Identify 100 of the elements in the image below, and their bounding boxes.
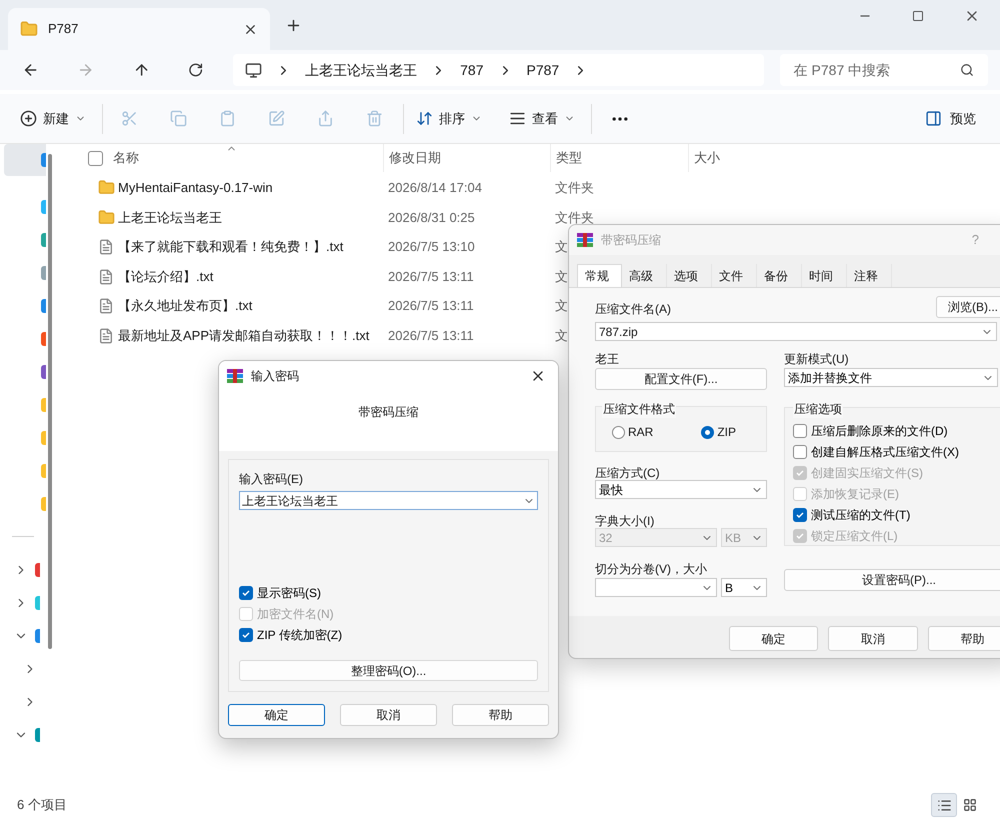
scrollbar[interactable] xyxy=(48,154,52,649)
organize-passwords-button[interactable]: 整理密码(O)... xyxy=(239,660,538,681)
dialog-title: 输入密码 xyxy=(251,368,299,385)
checkmark-icon xyxy=(795,530,805,540)
search-field[interactable]: 在 P787 中搜索 xyxy=(780,54,988,86)
nav-icon xyxy=(41,364,46,378)
column-header[interactable]: 类型 xyxy=(550,144,688,172)
checkbox[interactable] xyxy=(239,628,253,642)
group-title: 压缩选项 xyxy=(793,400,843,418)
view-button[interactable]: 查看 xyxy=(509,108,575,128)
update-mode-label: 更新模式(U) xyxy=(784,351,850,368)
sort-button[interactable]: 排序 xyxy=(416,108,482,128)
folder-icon xyxy=(20,20,38,38)
file-name[interactable]: 【永久地址发布页】.txt xyxy=(118,296,383,316)
checkbox[interactable] xyxy=(239,586,253,600)
dialog-button[interactable]: 帮助 xyxy=(928,626,1000,651)
split-unit-dropdown[interactable]: B xyxy=(721,578,767,597)
nav-icon[interactable] xyxy=(35,562,40,576)
dialog-tab[interactable]: 常规 xyxy=(577,264,622,287)
profiles-button[interactable]: 配置文件(F)... xyxy=(595,368,767,390)
details-view-icon[interactable] xyxy=(931,793,957,817)
folder-icon xyxy=(98,179,115,196)
nav-icon xyxy=(41,200,46,214)
file-name[interactable]: 【论坛介绍】.txt xyxy=(118,266,383,286)
nav-icon[interactable] xyxy=(35,596,40,610)
nav-icon[interactable] xyxy=(35,628,40,642)
modified-date: 2026/8/14 17:04 xyxy=(387,179,483,198)
checkbox[interactable] xyxy=(793,508,807,522)
nav-icon xyxy=(41,232,46,246)
browse-button[interactable]: 浏览(B)... xyxy=(936,296,1000,318)
modified-date: 2026/8/31 0:25 xyxy=(387,208,476,227)
file-type: 文件夹 xyxy=(555,208,594,227)
radio-button[interactable] xyxy=(612,426,625,438)
dialog-button[interactable]: 确定 xyxy=(228,704,325,726)
column-header[interactable]: 名称 xyxy=(113,144,383,172)
radio-label: RAR xyxy=(628,424,654,441)
group-title: 压缩文件格式 xyxy=(602,400,676,418)
select-all-checkbox[interactable] xyxy=(88,150,103,166)
breadcrumb-item[interactable]: 上老王论坛当老王 xyxy=(305,60,418,80)
file-name[interactable]: MyHentaiFantasy-0.17-win xyxy=(118,178,383,198)
modified-date: 2026/7/5 13:11 xyxy=(387,297,475,316)
column-header[interactable]: 修改日期 xyxy=(383,144,550,172)
archive-name-field[interactable]: 787.zip xyxy=(595,322,997,341)
archive-app-icon xyxy=(227,369,243,383)
plus-circle-icon xyxy=(20,110,37,127)
checkbox-label: 锁定压缩文件(L) xyxy=(811,528,898,544)
checkbox[interactable] xyxy=(793,444,807,458)
password-field[interactable]: 上老王论坛当老王 xyxy=(239,491,538,510)
nav-icon xyxy=(41,153,46,167)
dialog-button[interactable]: 取消 xyxy=(828,626,918,651)
text-file-icon xyxy=(98,298,114,314)
text-file-icon xyxy=(98,328,114,344)
checkmark-icon xyxy=(795,510,805,520)
maximize-icon[interactable] xyxy=(912,10,924,22)
dialog-button[interactable]: 帮助 xyxy=(452,704,549,726)
nav-icon xyxy=(41,496,46,510)
checkbox-label: 创建固实压缩文件(S) xyxy=(811,464,923,482)
archive-app-icon xyxy=(577,233,593,247)
checkbox-label: 显示密码(S) xyxy=(257,584,321,602)
nav-icon xyxy=(41,298,46,312)
nav-icon xyxy=(41,398,46,412)
text-file-icon xyxy=(98,268,114,285)
method-dropdown[interactable]: 最快 xyxy=(595,480,767,499)
text-file-icon xyxy=(98,238,114,255)
nav-icon[interactable] xyxy=(35,728,40,742)
split-label: 切分为分卷(V)，大小 xyxy=(595,561,708,578)
radio-button[interactable] xyxy=(701,426,714,438)
sort-icon xyxy=(416,110,433,127)
back-icon[interactable] xyxy=(22,61,40,79)
list-lines-icon xyxy=(936,798,952,812)
breadcrumb-item[interactable]: P787 xyxy=(526,60,560,80)
refresh-icon[interactable] xyxy=(188,62,204,78)
nav-item[interactable] xyxy=(4,144,46,176)
address-bar[interactable]: 上老王论坛当老王 787 P787 xyxy=(233,54,764,86)
file-type: 文 xyxy=(555,297,568,316)
file-name[interactable]: 最新地址及APP请发邮箱自动获取！！！.txt xyxy=(118,326,383,346)
checkbox[interactable] xyxy=(793,424,807,438)
file-name[interactable]: 上老王论坛当老王 xyxy=(118,208,383,228)
breadcrumb-item[interactable]: 787 xyxy=(460,60,484,80)
checkbox-label: 压缩后删除原来的文件(D) xyxy=(811,422,948,440)
grid-squares-icon xyxy=(963,798,977,812)
computer-icon xyxy=(245,62,262,78)
new-tab-icon[interactable] xyxy=(285,17,302,34)
column-header[interactable]: 大小 xyxy=(688,144,788,172)
file-name[interactable]: 【来了就能下载和观看！纯免费！】.txt xyxy=(118,237,383,257)
set-password-button[interactable]: 设置密码(P)... xyxy=(784,569,1000,591)
browser-tab[interactable]: P787 xyxy=(8,8,270,50)
lines-icon xyxy=(509,110,526,127)
update-mode-dropdown[interactable]: 添加并替换文件 xyxy=(784,368,998,387)
item-count: 6 个项目 xyxy=(17,796,67,814)
folder-icon xyxy=(98,208,115,226)
dialog-button[interactable]: 取消 xyxy=(340,704,437,726)
dialog-button[interactable]: 确定 xyxy=(729,626,818,651)
nav-icon xyxy=(41,332,46,346)
checkbox-label: 加密文件名(N) xyxy=(257,606,334,622)
new-button[interactable]: 新建 xyxy=(20,108,86,128)
checkbox-label: 添加恢复记录(E) xyxy=(811,486,899,502)
nav-icon xyxy=(41,266,46,280)
preview-button[interactable]: 预览 xyxy=(925,108,976,128)
file-type: 文件夹 xyxy=(555,179,594,198)
